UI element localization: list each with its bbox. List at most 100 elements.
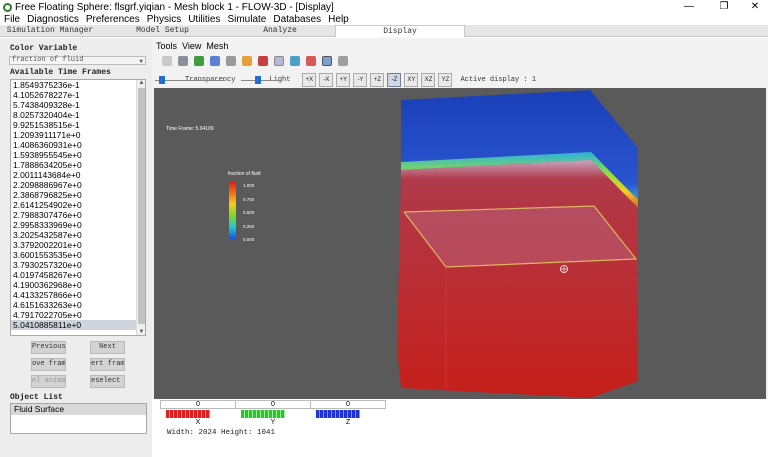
previous-button[interactable]: Previous [31, 341, 66, 354]
scroll-down-icon[interactable]: ▼ [137, 329, 145, 335]
object-list[interactable]: Fluid Surface [10, 403, 147, 434]
folder-icon[interactable] [178, 56, 188, 66]
list-item[interactable]: 4.4133257866e+0 [11, 290, 145, 300]
select-animation-button[interactable]: el animat [31, 375, 66, 388]
menu-file[interactable]: File [0, 14, 23, 25]
x-axis-control[interactable]: 0 X [160, 400, 236, 426]
export-icon[interactable] [338, 56, 348, 66]
print-icon[interactable] [306, 56, 316, 66]
tab-model-setup[interactable]: Model Setup [100, 25, 225, 37]
time-frames-label: Available Time Frames [10, 68, 111, 77]
remove-frame-button[interactable]: ove frame [31, 358, 66, 371]
list-item[interactable]: 4.1900362968e+0 [11, 280, 145, 290]
tab-analyze[interactable]: Analyze [225, 25, 335, 37]
y-axis-value[interactable]: 0 [235, 400, 311, 409]
legend-title: fraction of fluid [228, 171, 261, 177]
list-item[interactable]: 2.7988307476e+0 [11, 210, 145, 220]
open-icon[interactable] [162, 56, 172, 66]
next-button[interactable]: Next [90, 341, 125, 354]
camera-icon[interactable] [258, 56, 268, 66]
list-item[interactable]: 1.4086360931e+0 [11, 140, 145, 150]
link-icon[interactable] [210, 56, 220, 66]
time-frame-scrollbar[interactable]: ▲ ▼ [136, 80, 145, 335]
view-plus-y-button[interactable]: +Y [336, 72, 351, 87]
list-item[interactable]: 4.1052678227e-1 [11, 90, 145, 100]
x-axis-bar[interactable] [166, 410, 210, 418]
light-slider[interactable] [241, 75, 282, 85]
menu-tools[interactable]: Tools [156, 41, 177, 51]
pointer-icon[interactable] [242, 56, 252, 66]
list-item[interactable]: 3.2025432587e+0 [11, 230, 145, 240]
menu-physics[interactable]: Physics [143, 14, 184, 25]
menu-bar: File Diagnostics Preferences Physics Uti… [0, 14, 768, 25]
color-variable-select[interactable]: fraction of fluid ▼ [9, 56, 146, 65]
z-axis-value[interactable]: 0 [310, 400, 386, 409]
view-yz-button[interactable]: YZ [438, 72, 453, 87]
list-item[interactable]: 4.0197458267e+0 [11, 270, 145, 280]
view-xz-button[interactable]: XZ [421, 72, 436, 87]
image-icon[interactable] [290, 56, 300, 66]
menu-view[interactable]: View [182, 41, 201, 51]
title-bar: Free Floating Sphere: flsgrf.yiqian - Me… [0, 0, 768, 14]
time-frame-readout: Time Frame: 5.04109 [166, 126, 214, 132]
deselect-all-button[interactable]: eselect al [90, 375, 125, 388]
x-axis-value[interactable]: 0 [160, 400, 236, 409]
time-frame-list[interactable]: 1.8549375236e-1 4.1052678227e-1 5.74384093… [10, 79, 146, 336]
grid-icon[interactable] [274, 56, 284, 66]
list-item[interactable]: 1.8549375236e-1 [11, 80, 145, 90]
list-item[interactable]: 2.0011143684e+0 [11, 170, 145, 180]
menu-databases[interactable]: Databases [269, 14, 324, 25]
list-item[interactable]: 3.7930257320e+0 [11, 260, 145, 270]
scrollbar-thumb[interactable] [138, 88, 145, 324]
list-item[interactable]: Fluid Surface [11, 404, 146, 415]
menu-utilities[interactable]: Utilities [184, 14, 223, 25]
z-axis-bar[interactable] [316, 410, 360, 418]
legend-value: 0.250 [243, 224, 255, 229]
list-item[interactable]: 1.5938955545e+0 [11, 150, 145, 160]
render-viewport[interactable]: Time Frame: 5.04109 fraction of fluid 1.… [154, 88, 766, 399]
close-button[interactable]: ✕ [738, 0, 768, 14]
list-item[interactable]: 3.3792002201e+0 [11, 240, 145, 250]
menu-diagnostics[interactable]: Diagnostics [23, 14, 82, 25]
view-plus-x-button[interactable]: +X [302, 72, 317, 87]
list-item[interactable]: 9.9251538515e-1 [11, 120, 145, 130]
list-item[interactable]: 4.7917022705e+0 [11, 310, 145, 320]
menu-preferences[interactable]: Preferences [82, 14, 143, 25]
y-axis-control[interactable]: 0 Y [235, 400, 311, 426]
list-item[interactable]: 4.6151633263e+0 [11, 300, 145, 310]
y-axis-bar[interactable] [241, 410, 285, 418]
list-item[interactable]: 2.9958333969e+0 [11, 220, 145, 230]
list-item[interactable]: 2.2098886967e+0 [11, 180, 145, 190]
list-item[interactable]: 2.6141254902e+0 [11, 200, 145, 210]
list-item[interactable]: 5.0410885811e+0 [11, 320, 145, 330]
undo-icon[interactable] [226, 56, 236, 66]
save-icon[interactable] [194, 56, 204, 66]
view-minus-x-button[interactable]: -X [319, 72, 334, 87]
tab-simulation-manager[interactable]: Simulation Manager [0, 25, 100, 37]
maximize-button[interactable]: ❐ [707, 0, 741, 14]
view-xy-button[interactable]: XY [404, 72, 419, 87]
color-variable-value: fraction of fluid [12, 56, 84, 64]
z-axis-control[interactable]: 0 Z [310, 400, 386, 426]
list-item[interactable]: 8.0257320404e-1 [11, 110, 145, 120]
viewport-dimensions: Width: 2024 Height: 1041 [167, 429, 276, 437]
list-item[interactable]: 2.3868796825e+0 [11, 190, 145, 200]
view-minus-y-button[interactable]: -Y [353, 72, 368, 87]
menu-help[interactable]: Help [324, 14, 352, 25]
scroll-up-icon[interactable]: ▲ [137, 80, 145, 86]
list-item[interactable]: 1.2093911171e+0 [11, 130, 145, 140]
menu-simulate[interactable]: Simulate [223, 14, 269, 25]
insert-frame-button[interactable]: ert frame [90, 358, 125, 371]
list-item[interactable]: 1.7888634205e+0 [11, 160, 145, 170]
tab-display[interactable]: Display [335, 25, 465, 37]
movie-icon[interactable] [322, 56, 332, 66]
transparency-slider[interactable] [155, 75, 225, 85]
minimize-button[interactable]: — [672, 0, 706, 14]
list-item[interactable]: 3.6001553535e+0 [11, 250, 145, 260]
view-minus-z-button[interactable]: -Z [387, 72, 402, 87]
list-item[interactable]: 5.7438409328e-1 [11, 100, 145, 110]
active-display-label: Active display : 1 [460, 75, 537, 84]
view-plus-z-button[interactable]: +Z [370, 72, 385, 87]
menu-mesh[interactable]: Mesh [206, 41, 228, 51]
fluid-render [397, 90, 638, 398]
